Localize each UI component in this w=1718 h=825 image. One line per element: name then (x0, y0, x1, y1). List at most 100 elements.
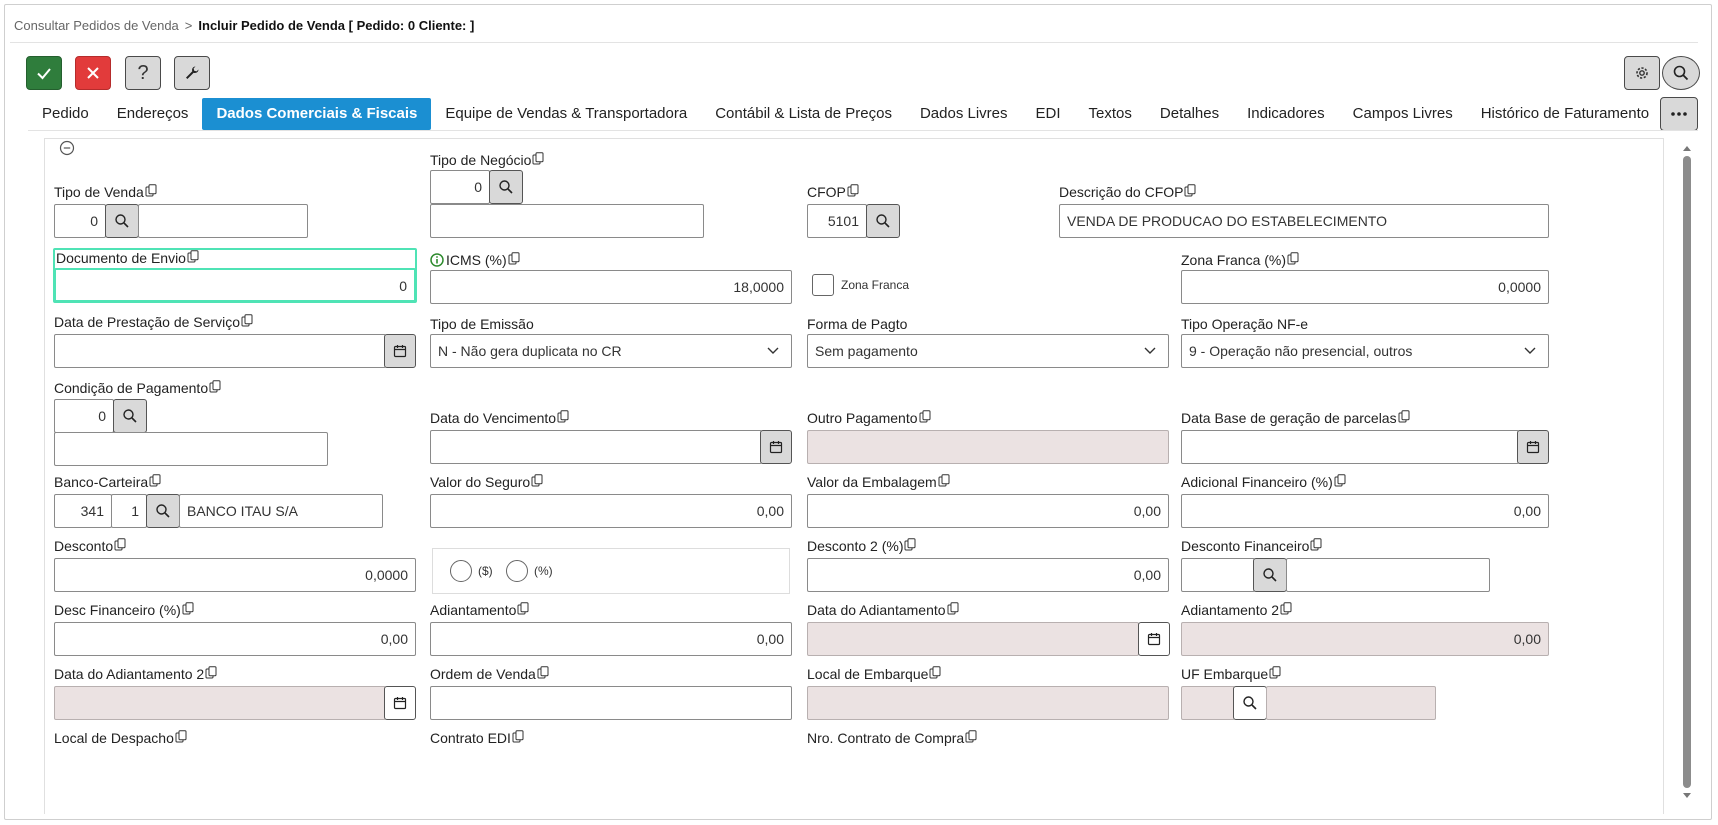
tipo-operacao-select[interactable]: 9 - Operação não presencial, outros (1181, 334, 1549, 368)
scroll-down-icon[interactable] (1682, 792, 1692, 800)
copy-icon[interactable] (1287, 252, 1299, 265)
cfop-code-input[interactable]: 5101 (807, 204, 867, 238)
data-adiantamento-calendar-button[interactable] (1138, 622, 1170, 656)
desconto-valor-radio[interactable] (450, 560, 472, 582)
help-button[interactable]: ? (125, 56, 161, 90)
copy-icon[interactable] (557, 410, 569, 423)
desconto-financeiro-search-button[interactable] (1253, 558, 1287, 592)
desconto2-input[interactable]: 0,00 (807, 558, 1169, 592)
data-prestacao-input[interactable] (54, 334, 386, 368)
tipo-negocio-desc-input[interactable] (430, 204, 704, 238)
desc-financeiro-pct-input[interactable]: 0,00 (54, 622, 416, 656)
vertical-scrollbar[interactable] (1680, 146, 1694, 806)
cancel-button[interactable] (75, 56, 111, 90)
copy-icon[interactable] (1310, 538, 1322, 551)
copy-icon[interactable] (205, 666, 217, 679)
tab-dados-comerciais[interactable]: Dados Comerciais & Fiscais (202, 98, 432, 130)
desconto-input[interactable]: 0,0000 (54, 558, 416, 592)
cfop-search-button[interactable] (866, 204, 900, 238)
tipo-emissao-select[interactable]: N - Não gera duplicata no CR (430, 334, 792, 368)
tab-campos-livres[interactable]: Campos Livres (1339, 98, 1467, 130)
tipo-negocio-search-button[interactable] (489, 170, 523, 204)
descricao-cfop-input[interactable]: VENDA DE PRODUCAO DO ESTABELECIMENTO (1059, 204, 1549, 238)
desconto-pct-radio[interactable] (506, 560, 528, 582)
ordem-venda-input[interactable] (430, 686, 792, 720)
tipo-negocio-code-input[interactable]: 0 (430, 170, 490, 204)
copy-icon[interactable] (532, 152, 544, 165)
carteira-input[interactable]: 1 (111, 494, 147, 528)
uf-embarque-search-button[interactable] (1233, 686, 1267, 720)
condicao-pagamento-search-button[interactable] (113, 399, 147, 433)
collapse-icon[interactable] (59, 140, 75, 156)
more-tabs-button[interactable] (1660, 97, 1698, 131)
tipo-venda-code-input[interactable]: 0 (54, 204, 106, 238)
valor-seguro-input[interactable]: 0,00 (430, 494, 792, 528)
icms-input[interactable]: 18,0000 (430, 270, 792, 304)
banco-search-button[interactable] (146, 494, 180, 528)
copy-icon[interactable] (182, 602, 194, 615)
desconto-financeiro-code-input[interactable] (1181, 558, 1255, 592)
zona-franca-pct-input[interactable]: 0,0000 (1181, 270, 1549, 304)
scroll-up-icon[interactable] (1682, 144, 1692, 152)
tab-pedido[interactable]: Pedido (28, 98, 103, 130)
copy-icon[interactable] (965, 730, 977, 743)
tab-detalhes[interactable]: Detalhes (1146, 98, 1233, 130)
tab-textos[interactable]: Textos (1075, 98, 1146, 130)
copy-icon[interactable] (947, 602, 959, 615)
tab-enderecos[interactable]: Endereços (103, 98, 203, 130)
copy-icon[interactable] (919, 410, 931, 423)
tab-contabil[interactable]: Contábil & Lista de Preços (701, 98, 906, 130)
adicional-financeiro-input[interactable]: 0,00 (1181, 494, 1549, 528)
copy-icon[interactable] (1184, 184, 1196, 197)
zona-franca-checkbox[interactable] (812, 274, 834, 296)
data-base-input[interactable] (1181, 430, 1519, 464)
data-prestacao-calendar-button[interactable] (384, 334, 416, 368)
confirm-button[interactable] (26, 56, 62, 90)
copy-icon[interactable] (929, 666, 941, 679)
documento-envio-input[interactable]: 0 (54, 268, 416, 302)
copy-icon[interactable] (145, 184, 157, 197)
copy-icon[interactable] (938, 474, 950, 487)
tipo-venda-desc-input[interactable] (138, 204, 308, 238)
copy-icon[interactable] (209, 380, 221, 393)
breadcrumb-parent[interactable]: Consultar Pedidos de Venda (14, 18, 179, 33)
tab-edi[interactable]: EDI (1022, 98, 1075, 130)
copy-icon[interactable] (531, 474, 543, 487)
copy-icon[interactable] (187, 250, 199, 263)
copy-icon[interactable] (904, 538, 916, 551)
copy-icon[interactable] (517, 602, 529, 615)
condicao-pagamento-code-input[interactable]: 0 (54, 399, 114, 433)
copy-icon[interactable] (175, 730, 187, 743)
copy-icon[interactable] (1398, 410, 1410, 423)
condicao-pagamento-desc-input[interactable] (54, 432, 328, 466)
copy-icon[interactable] (114, 538, 126, 551)
scrollbar-thumb[interactable] (1683, 156, 1691, 788)
settings-button[interactable] (1624, 56, 1660, 90)
tipo-venda-search-button[interactable] (105, 204, 139, 238)
copy-icon[interactable] (537, 666, 549, 679)
copy-icon[interactable] (1269, 666, 1281, 679)
data-vencimento-calendar-button[interactable] (760, 430, 792, 464)
tab-indicadores[interactable]: Indicadores (1233, 98, 1339, 130)
copy-icon[interactable] (847, 184, 859, 197)
valor-embalagem-input[interactable]: 0,00 (807, 494, 1169, 528)
data-adiantamento2-calendar-button[interactable] (384, 686, 416, 720)
forma-pagto-select[interactable]: Sem pagamento (807, 334, 1169, 368)
desconto-financeiro-desc-input[interactable] (1286, 558, 1490, 592)
copy-icon[interactable] (149, 474, 161, 487)
banco-input[interactable]: 341 (54, 494, 112, 528)
copy-icon[interactable] (508, 252, 520, 265)
global-search-button[interactable] (1662, 56, 1700, 90)
copy-icon[interactable] (241, 314, 253, 327)
adiantamento-input[interactable]: 0,00 (430, 622, 792, 656)
copy-icon[interactable] (1334, 474, 1346, 487)
tools-button[interactable] (174, 56, 210, 90)
copy-icon[interactable] (1280, 602, 1292, 615)
copy-icon[interactable] (512, 730, 524, 743)
data-vencimento-input[interactable] (430, 430, 762, 464)
tab-historico-faturamento[interactable]: Histórico de Faturamento (1467, 98, 1663, 130)
tab-equipe-vendas[interactable]: Equipe de Vendas & Transportadora (431, 98, 701, 130)
data-base-calendar-button[interactable] (1517, 430, 1549, 464)
banco-desc-input[interactable]: BANCO ITAU S/A (179, 494, 383, 528)
tab-dados-livres[interactable]: Dados Livres (906, 98, 1022, 130)
